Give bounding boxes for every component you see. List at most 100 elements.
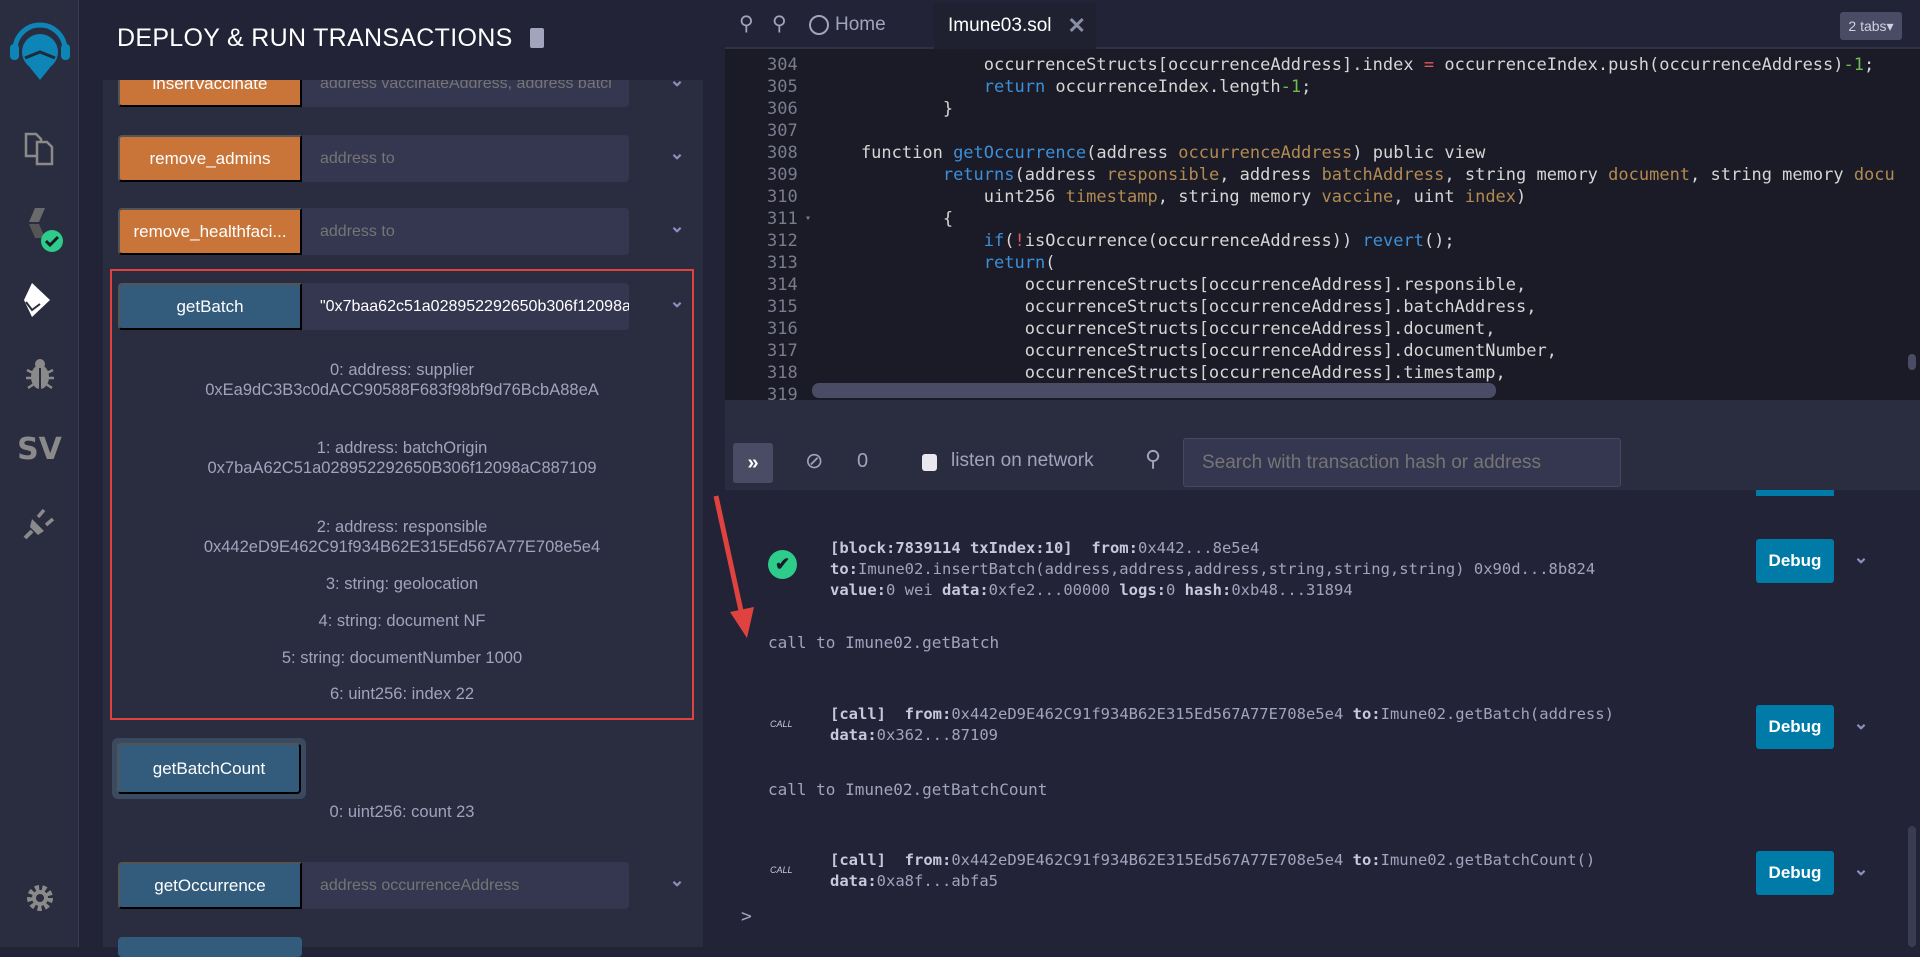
code-token: -1 — [1843, 55, 1864, 75]
clear-console-icon[interactable]: ⊘ — [805, 448, 823, 474]
settings-icon[interactable] — [0, 882, 79, 919]
field-value: Imune02.getBatchCount() — [1380, 851, 1596, 869]
debug-button-partial[interactable] — [1756, 490, 1834, 496]
field-key: data: — [830, 872, 877, 890]
next-function-button[interactable] — [118, 937, 302, 957]
toggle-terminal-icon[interactable]: » — [733, 443, 773, 483]
listen-network-checkbox[interactable] — [922, 454, 937, 471]
deploy-run-icon[interactable] — [0, 280, 79, 325]
code-line[interactable]: 306 } — [725, 98, 1920, 120]
close-tab-icon[interactable]: ✕ — [1068, 13, 1086, 39]
code-token: batchAddress — [1321, 165, 1445, 185]
chevron-down-icon[interactable]: ⌄ — [665, 291, 689, 312]
terminal-log-text: call to Imune02.getBatchCount — [768, 780, 1048, 799]
code-line[interactable]: 310 uint256 timestamp, string memory vac… — [725, 186, 1920, 208]
remove-healthfacility-button[interactable]: remove_healthfaci... — [118, 208, 302, 255]
function-row-remove-admins: remove_admins — [118, 135, 629, 182]
terminal-entry-line[interactable]: value:0 wei data:0xfe2...00000 logs:0 ha… — [830, 580, 1353, 601]
debug-button[interactable]: Debug — [1756, 539, 1834, 583]
field-value: 0xfe2...00000 — [988, 581, 1120, 599]
result-5: 5: string: documentNumber 1000 — [281, 649, 523, 667]
function-row-remove-healthfacility: remove_healthfaci... — [118, 208, 629, 255]
terminal-entry-line[interactable]: [call] from:0x442eD9E462C91f934B62E315Ed… — [830, 704, 1614, 725]
expand-chevron-icon[interactable]: ⌄ — [1849, 547, 1873, 568]
fold-icon[interactable]: ▾ — [805, 208, 811, 230]
remove-admins-button[interactable]: remove_admins — [118, 135, 302, 182]
code-line[interactable]: 304 occurrenceStructs[occurrenceAddress]… — [725, 54, 1920, 76]
code-line[interactable]: 312 if(!isOccurrence(occurrenceAddress))… — [725, 230, 1920, 252]
code-token: , uint — [1393, 187, 1465, 207]
code-token: occurrenceAddress — [1178, 143, 1353, 163]
getBatch-button[interactable]: getBatch — [118, 283, 302, 330]
code-line[interactable]: 318 occurrenceStructs[occurrenceAddress]… — [725, 362, 1920, 384]
file-explorer-icon[interactable] — [0, 130, 79, 171]
transaction-search-input[interactable] — [1183, 438, 1621, 487]
getBatch-input[interactable]: "0x7baa62c51a028952292650b306f12098a — [302, 283, 629, 330]
getOccurrence-input[interactable] — [302, 862, 629, 909]
function-row-getOccurrence: getOccurrence — [118, 862, 629, 909]
remix-logo-icon[interactable] — [0, 22, 79, 87]
solidity-compiler-icon[interactable] — [0, 204, 79, 259]
plugin-manager-icon[interactable] — [0, 505, 79, 546]
zoom-in-icon[interactable]: ⚲ — [772, 11, 787, 36]
code-line[interactable]: 307 — [725, 120, 1920, 142]
field-key: [block:7839114 txIndex:10] — [830, 539, 1073, 557]
editor-terminal-divider[interactable] — [725, 400, 1920, 433]
pending-tx-count: 0 — [857, 450, 869, 472]
code-line[interactable]: 316 occurrenceStructs[occurrenceAddress]… — [725, 318, 1920, 340]
terminal-prompt[interactable]: > — [741, 906, 752, 927]
zoom-out-icon[interactable]: ⚲ — [739, 11, 754, 36]
debugger-icon[interactable] — [0, 356, 79, 397]
line-number: 309 — [767, 165, 798, 185]
expand-chevron-icon[interactable]: ⌄ — [1849, 859, 1873, 880]
vertical-scrollbar[interactable] — [1908, 354, 1916, 370]
tabs-dropdown[interactable]: 2 tabs ▾ — [1840, 12, 1902, 40]
code-token: occurrenceIndex.push(occurrenceAddress) — [1434, 55, 1844, 75]
code-line[interactable]: 315 occurrenceStructs[occurrenceAddress]… — [725, 296, 1920, 318]
terminal-scrollbar[interactable] — [1908, 826, 1916, 947]
code-line[interactable]: 313 return( — [725, 252, 1920, 274]
code-token: index — [1464, 187, 1517, 207]
tab-imune03[interactable]: Imune03.sol ✕ — [934, 3, 1096, 49]
horizontal-scrollbar[interactable] — [812, 383, 1496, 398]
code-token: (address — [1086, 143, 1179, 163]
field-key: hash: — [1184, 581, 1232, 599]
tab-home[interactable]: Home — [809, 0, 886, 49]
remove-healthfacility-input[interactable] — [302, 208, 629, 255]
code-token: responsible — [1106, 165, 1220, 185]
code-line[interactable]: 317 occurrenceStructs[occurrenceAddress]… — [725, 340, 1920, 362]
terminal-entry-line[interactable]: [call] from:0x442eD9E462C91f934B62E315Ed… — [830, 850, 1595, 871]
code-line[interactable]: 305 return occurrenceIndex.length-1; — [725, 76, 1920, 98]
debug-button[interactable]: Debug — [1756, 851, 1834, 895]
getBatchCount-button[interactable]: getBatchCount — [117, 743, 301, 794]
code-editor[interactable]: 304 occurrenceStructs[occurrenceAddress]… — [725, 49, 1920, 400]
terminal-entry-line[interactable]: [block:7839114 txIndex:10] from:0x442...… — [830, 538, 1259, 559]
line-number: 316 — [767, 319, 798, 339]
code-token: { — [820, 209, 954, 229]
terminal-entry-line[interactable]: data:0x362...87109 — [830, 725, 998, 746]
solidity-verify-icon[interactable]: SV — [0, 432, 79, 467]
documentation-icon[interactable] — [529, 28, 544, 48]
code-token: ) public view — [1352, 143, 1486, 163]
getOccurrence-button[interactable]: getOccurrence — [118, 862, 302, 909]
code-line[interactable]: 314 occurrenceStructs[occurrenceAddress]… — [725, 274, 1920, 296]
remove-admins-input[interactable] — [302, 135, 629, 182]
code-line[interactable]: 311 ▾ { — [725, 208, 1920, 230]
chevron-down-icon[interactable]: ⌄ — [665, 216, 689, 237]
code-token: revert — [1362, 231, 1424, 251]
chevron-down-icon[interactable]: ⌄ — [665, 143, 689, 164]
success-check-icon: ✔ — [768, 550, 797, 579]
terminal-entry-line[interactable]: data:0xa8f...abfa5 — [830, 871, 998, 892]
expand-chevron-icon[interactable]: ⌄ — [1849, 713, 1873, 734]
terminal-entry-line[interactable]: to:Imune02.insertBatch(address,address,a… — [830, 559, 1595, 580]
debug-button[interactable]: Debug — [1756, 705, 1834, 749]
arrow-head — [730, 607, 754, 638]
code-token: occurrenceStructs[occurrenceAddress].res… — [820, 275, 1527, 295]
line-number: 315 — [767, 297, 798, 317]
code-token: occurrenceStructs[occurrenceAddress].tim… — [820, 363, 1506, 383]
code-line[interactable]: 309 returns(address responsible, address… — [725, 164, 1920, 186]
chevron-down-icon[interactable]: ⌄ — [665, 870, 689, 891]
code-line[interactable]: 308 function getOccurrence(address occur… — [725, 142, 1920, 164]
field-value: 0x442eD9E462C91f934B62E315Ed567A77E708e5… — [951, 705, 1353, 723]
